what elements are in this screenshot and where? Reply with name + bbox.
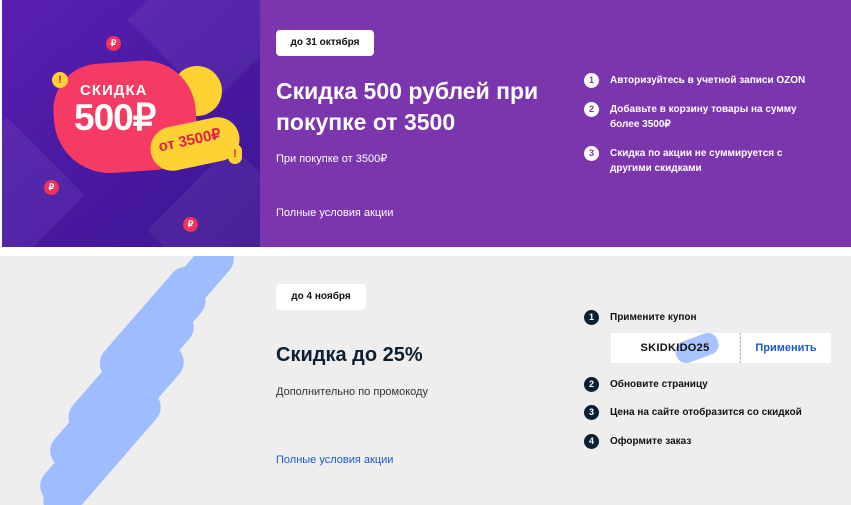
ruble-coin-icon: ₽ (106, 36, 121, 51)
ruble-coin-icon: ₽ (44, 180, 59, 195)
terms-link[interactable]: Полные условия акции (276, 454, 393, 466)
step-text: Оформите заказ (610, 436, 692, 447)
terms-link[interactable]: Полные условия акции (276, 207, 393, 219)
promo-card-25: до 4 ноября Скидка до 25% Дополнительно … (0, 256, 851, 505)
promo-subtitle: Дополнительно по промокоду (276, 386, 428, 398)
promo-title: Скидка 500 рублей при покупке от 3500 (276, 78, 539, 135)
promo-title: Скидка до 25% (276, 344, 423, 366)
coupon-code: SKIDKIDO25 (640, 342, 710, 354)
exclamation-icon: ! (228, 144, 242, 164)
step-number: 3 (584, 405, 599, 420)
step-text: Примените купон (610, 312, 697, 323)
illustration-amount: 500₽ (74, 97, 156, 138)
deadline-badge: до 4 ноября (276, 284, 366, 310)
step-text: Обновите страницу (610, 379, 708, 390)
promo-illustration (2, 256, 260, 505)
exclamation-icon: ! (52, 72, 68, 88)
step-number: 1 (584, 310, 599, 325)
step-text: Цена на сайте отобразится со скидкой (610, 407, 802, 418)
step-number: 3 (584, 146, 599, 161)
promo-card-500: ₽ ₽ ₽ СКИДКА 500₽ от 3500₽ ! ! до 31 окт… (0, 0, 851, 247)
step-number: 2 (584, 377, 599, 392)
step-text: Добавьте в корзину товары на сумму более… (610, 104, 797, 130)
apply-coupon-button[interactable]: Применить (741, 333, 831, 363)
promo-illustration: ₽ ₽ ₽ СКИДКА 500₽ от 3500₽ ! ! (2, 0, 260, 247)
coupon-code-field[interactable]: SKIDKIDO25 (611, 330, 739, 366)
step-text: Скидка по акции не суммируется с другими… (610, 148, 783, 174)
step-text: Авторизуйтесь в учетной записи OZON (610, 75, 806, 86)
step-number: 2 (584, 102, 599, 117)
deadline-badge: до 31 октября (276, 30, 374, 56)
step-number: 1 (584, 73, 599, 88)
ruble-coin-icon: ₽ (183, 217, 198, 232)
step-number: 4 (584, 434, 599, 449)
promo-subtitle: При покупке от 3500₽ (276, 153, 388, 165)
